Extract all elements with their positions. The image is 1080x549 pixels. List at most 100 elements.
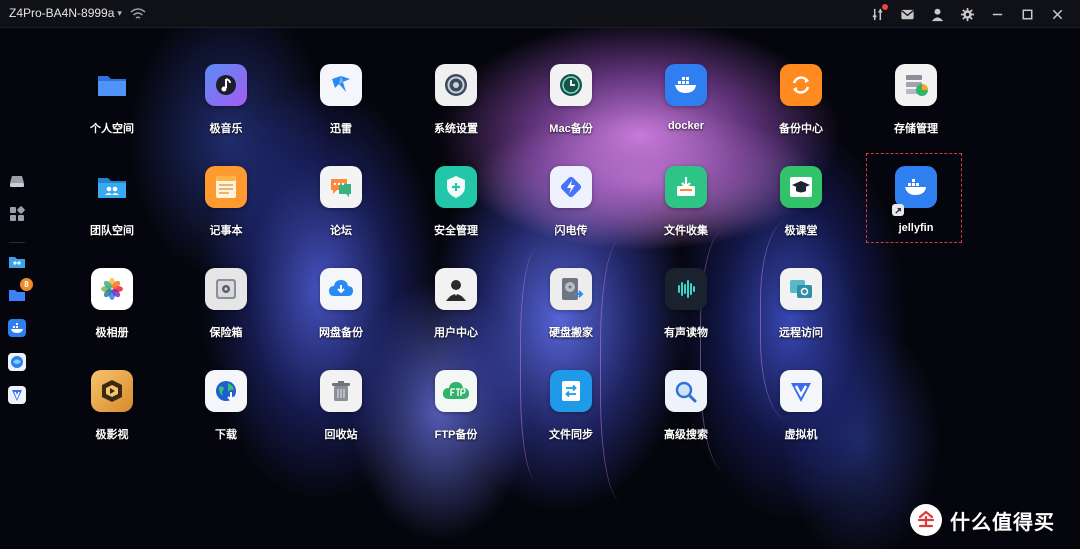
app-label: 用户中心: [434, 327, 478, 339]
team-folder-icon[interactable]: [7, 252, 27, 272]
app-label: 保险箱: [209, 327, 243, 339]
dock-separator: [9, 242, 25, 243]
app-label: 迅雷: [330, 123, 352, 135]
app-virtual-machine[interactable]: 虚拟机: [751, 370, 851, 460]
storage-icon: [895, 64, 937, 106]
app-label: docker: [667, 120, 705, 132]
app-mac-backup[interactable]: Mac备份: [521, 64, 621, 154]
notification-dot: [882, 4, 888, 10]
app-team-space[interactable]: 团队空间: [62, 166, 162, 256]
jellyfin-icon[interactable]: [7, 352, 27, 372]
wifi-icon[interactable]: [130, 7, 146, 21]
app-flash-transfer[interactable]: 闪电传: [521, 166, 621, 256]
trash-icon: [320, 370, 362, 412]
app-label: 虚拟机: [784, 429, 818, 441]
flash-transfer-icon: [550, 166, 592, 208]
app-remote-access[interactable]: 远程访问: [751, 268, 851, 358]
forum-icon: [320, 166, 362, 208]
app-system-settings[interactable]: 系统设置: [406, 64, 506, 154]
title-bar: Z4Pro-BA4N-8999a ▾: [0, 0, 1080, 28]
app-ftp-backup[interactable]: FTP备份: [406, 370, 506, 460]
user-icon[interactable]: [928, 5, 946, 23]
device-selector[interactable]: Z4Pro-BA4N-8999a ▾: [9, 6, 122, 20]
app-label: 文件收集: [664, 225, 708, 237]
watermark: 什么值得买: [910, 504, 1055, 536]
gear-icon[interactable]: [958, 5, 976, 23]
docker-icon: [665, 64, 707, 106]
shield-icon: [435, 166, 477, 208]
zhi-logo-icon: [910, 504, 942, 536]
app-label: 远程访问: [779, 327, 823, 339]
app-file-sync[interactable]: 文件同步: [521, 370, 621, 460]
app-label: 记事本: [209, 225, 243, 237]
app-safe[interactable]: 保险箱: [176, 268, 276, 358]
app-classroom[interactable]: 极课堂: [751, 166, 851, 256]
maximize-icon[interactable]: [1018, 5, 1036, 23]
file-sync-icon: [550, 370, 592, 412]
app-label: Mac备份: [549, 123, 593, 135]
app-label: 文件同步: [549, 429, 593, 441]
app-user-center[interactable]: 用户中心: [406, 268, 506, 358]
tune-icon[interactable]: [868, 4, 888, 23]
chevron-down-icon: ▾: [117, 7, 122, 18]
app-label: 回收站: [324, 429, 358, 441]
apps-grid-icon[interactable]: [7, 204, 27, 224]
user-center-icon: [435, 268, 477, 310]
app-audiobook[interactable]: 有声读物: [636, 268, 736, 358]
app-recycle-bin[interactable]: 回收站: [291, 370, 391, 460]
app-label: 安全管理: [434, 225, 478, 237]
app-storage-manager[interactable]: 存储管理: [866, 64, 966, 154]
app-label: 有声读物: [664, 327, 708, 339]
personal-folder-icon: [91, 64, 133, 106]
vm-icon: [780, 370, 822, 412]
app-cloud-backup[interactable]: 网盘备份: [291, 268, 391, 358]
close-icon[interactable]: [1048, 5, 1066, 23]
disk-migrate-icon: [550, 268, 592, 310]
team-folder-icon: [91, 166, 133, 208]
device-name: Z4Pro-BA4N-8999a: [9, 6, 115, 20]
app-label: 极影视: [95, 429, 129, 441]
app-photos[interactable]: 极相册: [62, 268, 162, 358]
app-label: 高级搜索: [664, 429, 708, 441]
app-music[interactable]: 极音乐: [176, 64, 276, 154]
settings-icon: [435, 64, 477, 106]
selection-highlight: [866, 153, 962, 243]
sync-icon: [780, 64, 822, 106]
folder-icon[interactable]: 8: [7, 278, 33, 305]
app-label: FTP备份: [434, 429, 478, 441]
notepad-icon: [205, 166, 247, 208]
app-label: 极音乐: [209, 123, 243, 135]
app-forum[interactable]: 论坛: [291, 166, 391, 256]
app-label: 极课堂: [784, 225, 818, 237]
app-download[interactable]: 下载: [176, 370, 276, 460]
app-label: 硬盘搬家: [549, 327, 593, 339]
badge-count: 8: [20, 278, 33, 291]
app-label: 网盘备份: [319, 327, 363, 339]
mail-icon[interactable]: [898, 5, 916, 23]
time-machine-icon: [550, 64, 592, 106]
remote-access-icon: [780, 268, 822, 310]
docker-icon[interactable]: [7, 318, 27, 338]
app-file-collect[interactable]: 文件收集: [636, 166, 736, 256]
app-security[interactable]: 安全管理: [406, 166, 506, 256]
app-thunder[interactable]: 迅雷: [291, 64, 391, 154]
app-advanced-search[interactable]: 高级搜索: [636, 370, 736, 460]
vm-icon[interactable]: [7, 385, 27, 405]
app-docker[interactable]: docker: [636, 64, 736, 154]
drive-icon[interactable]: [7, 171, 27, 191]
cloud-backup-icon: [320, 268, 362, 310]
watermark-text: 什么值得买: [950, 511, 1055, 534]
minimize-icon[interactable]: [988, 5, 1006, 23]
music-icon: [205, 64, 247, 106]
app-label: 备份中心: [779, 123, 823, 135]
app-backup-center[interactable]: 备份中心: [751, 64, 851, 154]
app-notepad[interactable]: 记事本: [176, 166, 276, 256]
app-label: 闪电传: [554, 225, 588, 237]
app-label: 系统设置: [434, 123, 478, 135]
download-globe-icon: [205, 370, 247, 412]
app-video[interactable]: 极影视: [62, 370, 162, 460]
graduation-cap-icon: [780, 166, 822, 208]
app-personal-space[interactable]: 个人空间: [62, 64, 162, 154]
thunder-icon: [320, 64, 362, 106]
app-disk-migrate[interactable]: 硬盘搬家: [521, 268, 621, 358]
